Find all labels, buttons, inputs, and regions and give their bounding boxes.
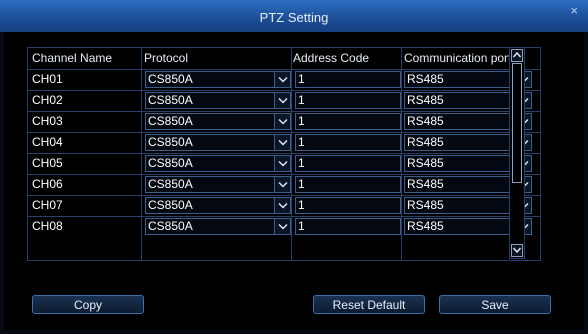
chevron-down-icon: [278, 76, 288, 83]
header-channel-name: Channel Name: [32, 51, 113, 65]
scroll-thumb[interactable]: [512, 63, 522, 183]
chevron-down-icon: [278, 97, 288, 104]
protocol-select[interactable]: CS850A: [145, 92, 275, 109]
ptz-table: Channel Name Protocol Address Code Commu…: [27, 47, 541, 261]
table-row: CH01 CS850A 1 RS485: [28, 69, 540, 90]
table-scrollbar[interactable]: [509, 47, 525, 259]
channel-name-cell: CH07: [32, 198, 63, 212]
communication-port-select[interactable]: RS485: [404, 71, 516, 88]
communication-port-select[interactable]: RS485: [404, 92, 516, 109]
address-code-input[interactable]: 1: [295, 71, 401, 88]
protocol-dropdown-button[interactable]: [274, 155, 291, 172]
chevron-down-icon: [278, 118, 288, 125]
row-divider: [28, 111, 540, 112]
chevron-down-icon: [278, 181, 288, 188]
communication-port-select[interactable]: RS485: [404, 155, 516, 172]
scroll-up-button[interactable]: [511, 49, 523, 62]
table-row: CH03 CS850A 1 RS485: [28, 111, 540, 132]
ptz-setting-dialog: PTZ Setting × Channel Name Protocol Addr…: [0, 0, 588, 334]
communication-port-select[interactable]: RS485: [404, 113, 516, 130]
protocol-select[interactable]: CS850A: [145, 218, 275, 235]
communication-port-select[interactable]: RS485: [404, 218, 516, 235]
address-code-input[interactable]: 1: [295, 155, 401, 172]
protocol-select[interactable]: CS850A: [145, 155, 275, 172]
row-divider: [28, 90, 540, 91]
channel-name-cell: CH03: [32, 114, 63, 128]
chevron-down-icon: [278, 223, 288, 230]
chevron-down-icon: [278, 160, 288, 167]
chevron-down-icon: [278, 202, 288, 209]
row-divider: [28, 153, 540, 154]
column-divider: [291, 48, 292, 260]
address-code-input[interactable]: 1: [295, 218, 401, 235]
protocol-select[interactable]: CS850A: [145, 134, 275, 151]
close-icon[interactable]: ×: [570, 4, 578, 18]
channel-name-cell: CH01: [32, 72, 63, 86]
protocol-select[interactable]: CS850A: [145, 176, 275, 193]
protocol-dropdown-button[interactable]: [274, 134, 291, 151]
communication-port-select[interactable]: RS485: [404, 134, 516, 151]
address-code-input[interactable]: 1: [295, 197, 401, 214]
dialog-title: PTZ Setting: [259, 10, 329, 25]
communication-port-select[interactable]: RS485: [404, 176, 516, 193]
address-code-input[interactable]: 1: [295, 176, 401, 193]
scroll-down-button[interactable]: [511, 244, 523, 257]
row-divider: [28, 195, 540, 196]
title-bar: PTZ Setting ×: [0, 0, 588, 32]
table-row: CH08 CS850A 1 RS485: [28, 216, 540, 237]
protocol-dropdown-button[interactable]: [274, 92, 291, 109]
table-row: CH06 CS850A 1 RS485: [28, 174, 540, 195]
channel-name-cell: CH08: [32, 219, 63, 233]
column-divider: [141, 48, 142, 260]
protocol-select[interactable]: CS850A: [145, 197, 275, 214]
table-row: CH07 CS850A 1 RS485: [28, 195, 540, 216]
protocol-dropdown-button[interactable]: [274, 113, 291, 130]
channel-name-cell: CH05: [32, 156, 63, 170]
chevron-down-icon: [278, 139, 288, 146]
address-code-input[interactable]: 1: [295, 113, 401, 130]
table-row: CH05 CS850A 1 RS485: [28, 153, 540, 174]
row-divider: [28, 69, 540, 70]
protocol-dropdown-button[interactable]: [274, 218, 291, 235]
copy-button[interactable]: Copy: [32, 295, 144, 314]
chevron-up-icon: [513, 52, 521, 58]
protocol-select[interactable]: CS850A: [145, 71, 275, 88]
chevron-down-icon: [513, 247, 521, 253]
row-divider: [28, 174, 540, 175]
address-code-input[interactable]: 1: [295, 134, 401, 151]
column-divider: [401, 48, 402, 260]
reset-default-button[interactable]: Reset Default: [313, 295, 425, 314]
communication-port-select[interactable]: RS485: [404, 197, 516, 214]
protocol-dropdown-button[interactable]: [274, 176, 291, 193]
channel-name-cell: CH06: [32, 177, 63, 191]
row-divider: [28, 132, 540, 133]
table-row: CH04 CS850A 1 RS485: [28, 132, 540, 153]
header-address-code: Address Code: [293, 51, 370, 65]
protocol-dropdown-button[interactable]: [274, 71, 291, 88]
address-code-input[interactable]: 1: [295, 92, 401, 109]
save-button[interactable]: Save: [439, 295, 551, 314]
row-divider: [28, 216, 540, 217]
channel-name-cell: CH04: [32, 135, 63, 149]
header-protocol: Protocol: [144, 51, 189, 65]
protocol-dropdown-button[interactable]: [274, 197, 291, 214]
table-header: Channel Name Protocol Address Code Commu…: [28, 48, 540, 69]
channel-name-cell: CH02: [32, 93, 63, 107]
table-row: CH02 CS850A 1 RS485: [28, 90, 540, 111]
protocol-select[interactable]: CS850A: [145, 113, 275, 130]
